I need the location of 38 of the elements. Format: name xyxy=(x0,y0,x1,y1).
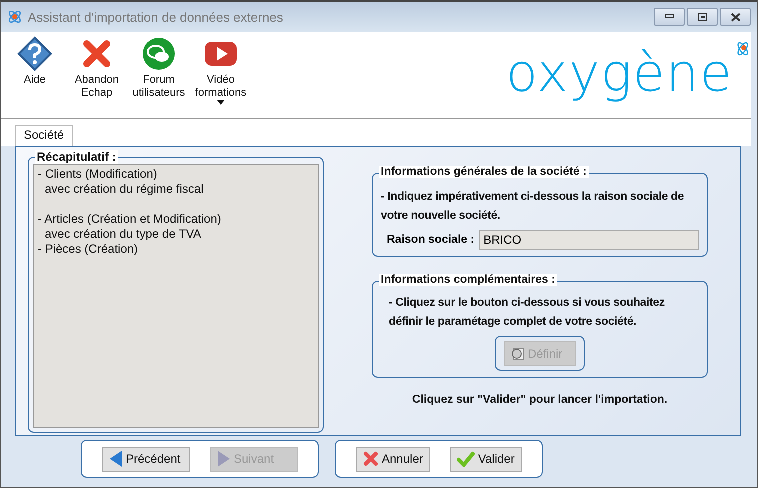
summary-line: - Clients (Modification) xyxy=(38,167,158,182)
previous-button[interactable]: Précédent xyxy=(102,446,190,472)
group-title: Informations générales de la société : xyxy=(379,166,589,178)
toolbar-button[interactable]: Abandon Echap xyxy=(69,36,125,100)
close-icon xyxy=(730,12,742,22)
field-label: Raison sociale : xyxy=(387,234,475,246)
instruction-text: - Cliquez sur le bouton ci-dessous si vous souhaitez définir le paramétage complet de votre société. xyxy=(388,296,666,330)
group-title: Informations complémentaires : xyxy=(379,274,558,286)
input-field[interactable]: BRICO xyxy=(478,230,699,250)
summary-line: - Pièces (Création) xyxy=(38,242,140,257)
minimize-icon xyxy=(664,14,674,20)
toolbar-button[interactable]: Aide xyxy=(7,36,63,87)
logo-text: oxygène xyxy=(506,44,733,104)
summary-line: - Articles (Création et Modification) xyxy=(38,212,222,227)
left-arrow-icon xyxy=(109,450,123,468)
atom-icon xyxy=(7,9,23,25)
minimize-button[interactable] xyxy=(654,8,685,26)
close-button[interactable] xyxy=(720,8,751,26)
instruction-text: - Indiquez impérativement ci-dessous la raison sociale de votre nouvelle société. xyxy=(381,190,686,224)
document-icon xyxy=(511,346,525,360)
chat-bubbles-icon xyxy=(141,36,177,72)
right-arrow-icon xyxy=(217,450,231,468)
summary-line: avec création du type de TVA xyxy=(44,227,202,242)
help-icon xyxy=(17,36,53,72)
toolbar-button[interactable]: Vidéo formations xyxy=(193,36,249,106)
validate-button[interactable]: Valider xyxy=(450,446,522,472)
cancel-button[interactable]: Annuler xyxy=(356,446,430,472)
group-title: Récapitulatif : xyxy=(35,150,118,164)
summary-line: avec création du régime fiscal xyxy=(44,182,205,198)
maximize-icon xyxy=(698,12,708,22)
cross-icon xyxy=(363,451,379,467)
maximize-button[interactable] xyxy=(687,8,718,26)
tab[interactable]: Société xyxy=(15,125,74,146)
toolbar-button[interactable]: Forum utilisateurs xyxy=(131,36,187,100)
hint-text: Cliquez sur "Valider" pour lancer l'importation. xyxy=(411,394,669,406)
check-icon xyxy=(457,451,476,467)
atom-icon xyxy=(735,40,751,58)
window-title: Assistant d'importation de données externes xyxy=(28,10,284,24)
